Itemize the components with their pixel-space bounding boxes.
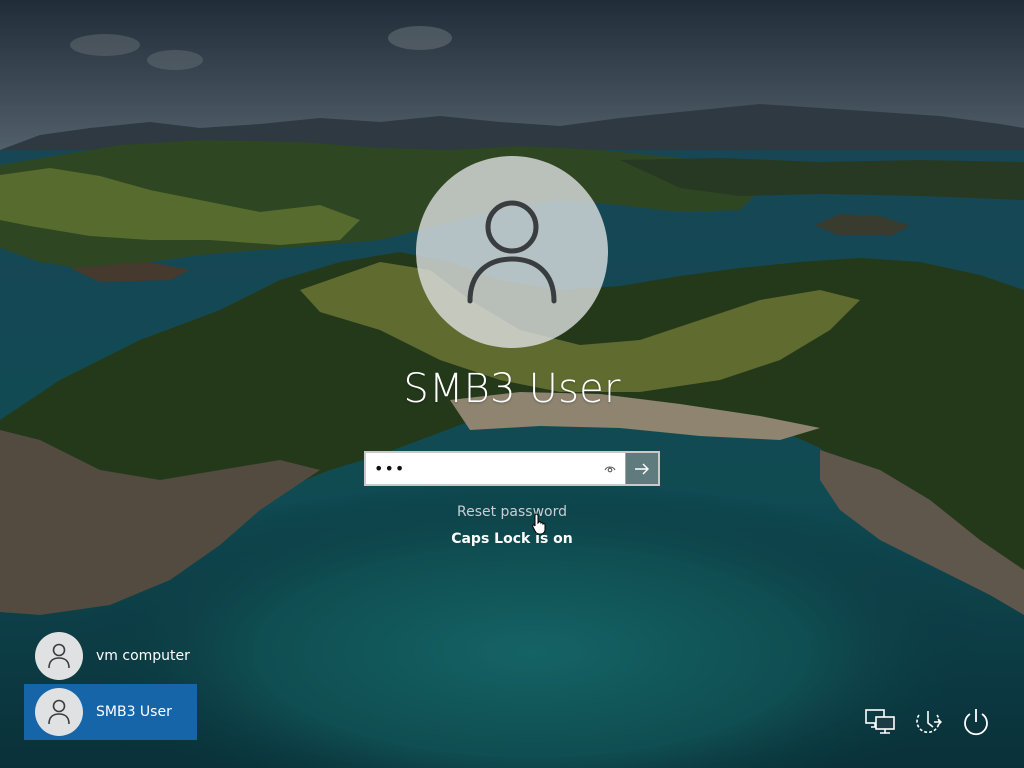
user-icon xyxy=(48,643,70,669)
reset-password-link[interactable]: Reset password xyxy=(412,504,612,520)
hand-cursor-icon xyxy=(532,513,546,535)
caps-lock-warning: Caps Lock is on xyxy=(451,531,573,547)
user-icon xyxy=(48,699,70,725)
network-button[interactable] xyxy=(862,704,898,740)
user-tile-vm-computer[interactable]: vm computer xyxy=(24,628,197,684)
arrow-right-icon xyxy=(635,463,649,474)
user-icon xyxy=(467,200,557,304)
user-tile-label: vm computer xyxy=(96,648,190,664)
avatar xyxy=(35,632,83,680)
ease-of-access-icon xyxy=(916,711,942,734)
user-avatar xyxy=(416,156,608,348)
username-label: SMB3 User xyxy=(403,366,621,412)
user-tile-smb3-user[interactable]: SMB3 User xyxy=(24,684,197,740)
ease-of-access-button[interactable] xyxy=(910,704,946,740)
user-tile-label: SMB3 User xyxy=(96,704,172,720)
submit-button[interactable] xyxy=(625,453,658,484)
power-button[interactable] xyxy=(958,704,994,740)
avatar xyxy=(35,688,83,736)
reveal-password-button[interactable] xyxy=(595,453,625,484)
lock-screen: SMB3 User Reset password Caps Lock is on xyxy=(0,0,1024,768)
password-input[interactable] xyxy=(366,453,595,484)
password-field xyxy=(364,451,660,486)
eye-icon xyxy=(604,465,616,472)
power-icon xyxy=(964,709,988,736)
network-icon xyxy=(865,709,895,734)
